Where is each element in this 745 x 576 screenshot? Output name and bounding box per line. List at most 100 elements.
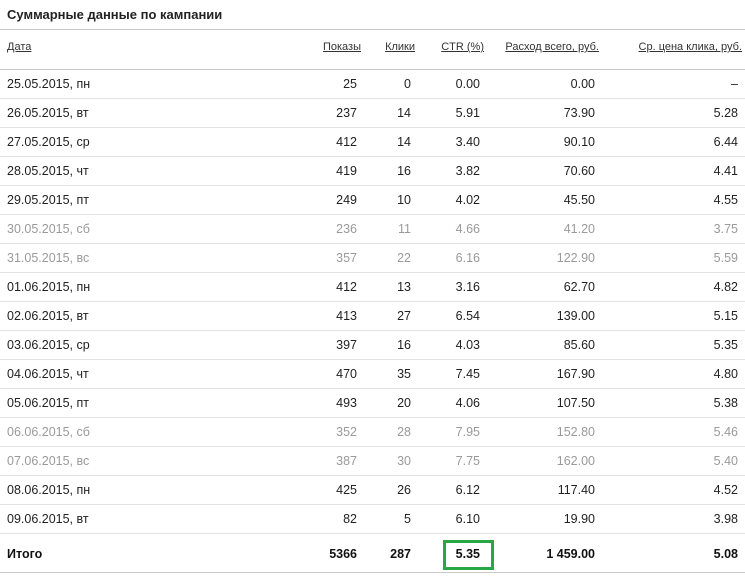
cell-clicks: 27 xyxy=(397,309,411,323)
cell-date: 30.05.2015, сб xyxy=(7,222,90,236)
column-header-clicks[interactable]: Клики xyxy=(385,41,415,53)
cell-shows: 236 xyxy=(336,222,357,236)
cell-cpc: 3.75 xyxy=(713,222,738,236)
table-row: 02.06.2015, вт 413 27 6.54 139.00 5.15 xyxy=(0,302,745,331)
cell-clicks: 14 xyxy=(397,106,411,120)
cell-ctr: 0.00 xyxy=(455,77,480,91)
table-row: 08.06.2015, пн 425 26 6.12 117.40 4.52 xyxy=(0,476,745,505)
cell-cpc: 5.15 xyxy=(713,309,738,323)
cell-cpc: 4.52 xyxy=(713,483,738,497)
cell-ctr: 7.95 xyxy=(455,425,480,439)
cell-cost: 107.50 xyxy=(556,396,595,410)
cell-date: 09.06.2015, вт xyxy=(7,512,89,526)
cell-clicks: 11 xyxy=(398,222,411,236)
cell-cost: 19.90 xyxy=(563,512,595,526)
cell-shows: 387 xyxy=(336,454,357,468)
table-row: 06.06.2015, сб 352 28 7.95 152.80 5.46 xyxy=(0,418,745,447)
cell-clicks: 28 xyxy=(397,425,411,439)
cell-cpc: 4.82 xyxy=(713,280,738,294)
campaign-summary-panel: Суммарные данные по кампании Дата Показы… xyxy=(0,0,745,576)
column-header-cost[interactable]: Расход всего, руб. xyxy=(505,41,599,53)
cell-cpc: 5.40 xyxy=(713,454,738,468)
table-body: 25.05.2015, пн 25 0 0.00 0.00 – 26.05.2015, вт… xyxy=(0,70,745,534)
cell-cpc: 5.35 xyxy=(713,338,738,352)
cell-shows: 397 xyxy=(336,338,357,352)
cell-cost: 162.00 xyxy=(556,454,595,468)
cell-shows: 25 xyxy=(343,77,357,91)
cell-ctr: 6.10 xyxy=(455,512,480,526)
table-row: 09.06.2015, вт 82 5 6.10 19.90 3.98 xyxy=(0,505,745,534)
cell-date: 31.05.2015, вс xyxy=(7,251,90,265)
cell-date: 05.06.2015, пт xyxy=(7,396,90,410)
cell-cost: 0.00 xyxy=(570,77,595,91)
cell-cost: 152.80 xyxy=(556,425,595,439)
cell-cost: 85.60 xyxy=(563,338,595,352)
column-header-date[interactable]: Дата xyxy=(7,41,31,53)
cell-clicks: 22 xyxy=(397,251,411,265)
cell-date: 25.05.2015, пн xyxy=(7,77,91,91)
cell-shows: 470 xyxy=(336,367,357,381)
cell-cost: 117.40 xyxy=(557,483,595,497)
cell-cpc: 4.41 xyxy=(713,164,738,178)
cell-shows: 493 xyxy=(336,396,357,410)
cell-date: 29.05.2015, пт xyxy=(7,193,90,207)
cell-cpc: 5.38 xyxy=(713,396,738,410)
cell-clicks: 13 xyxy=(397,280,411,294)
cell-shows: 237 xyxy=(336,106,357,120)
total-cost: 1 459.00 xyxy=(546,547,595,561)
cell-ctr: 6.12 xyxy=(455,483,480,497)
cell-clicks: 10 xyxy=(397,193,411,207)
cell-date: 27.05.2015, ср xyxy=(7,135,90,149)
column-header-ctr[interactable]: CTR (%) xyxy=(441,41,484,53)
cell-shows: 425 xyxy=(336,483,357,497)
table-row: 03.06.2015, ср 397 16 4.03 85.60 5.35 xyxy=(0,331,745,360)
cell-date: 06.06.2015, сб xyxy=(7,425,90,439)
cell-date: 01.06.2015, пн xyxy=(7,280,91,294)
cell-clicks: 30 xyxy=(397,454,411,468)
cell-ctr: 3.82 xyxy=(455,164,480,178)
cell-date: 26.05.2015, вт xyxy=(7,106,89,120)
cell-shows: 412 xyxy=(336,135,357,149)
cell-cpc: 5.59 xyxy=(713,251,738,265)
cell-cost: 62.70 xyxy=(563,280,595,294)
cell-cpc: 6.44 xyxy=(713,135,738,149)
cell-date: 28.05.2015, чт xyxy=(7,164,89,178)
cell-cost: 122.90 xyxy=(556,251,595,265)
cell-clicks: 16 xyxy=(397,164,411,178)
total-label: Итого xyxy=(7,547,43,561)
cell-ctr: 6.54 xyxy=(455,309,480,323)
cell-date: 08.06.2015, пн xyxy=(7,483,91,497)
table-row: 26.05.2015, вт 237 14 5.91 73.90 5.28 xyxy=(0,99,745,128)
cell-cost: 139.00 xyxy=(556,309,595,323)
cell-clicks: 14 xyxy=(397,135,411,149)
cell-date: 02.06.2015, вт xyxy=(7,309,89,323)
table-row: 30.05.2015, сб 236 11 4.66 41.20 3.75 xyxy=(0,215,745,244)
cell-clicks: 20 xyxy=(397,396,411,410)
cell-cpc: 3.98 xyxy=(713,512,738,526)
cell-ctr: 6.16 xyxy=(455,251,480,265)
column-header-cpc[interactable]: Ср. цена клика, руб. xyxy=(639,41,742,53)
table-row: 01.06.2015, пн 412 13 3.16 62.70 4.82 xyxy=(0,273,745,302)
column-header-shows[interactable]: Показы xyxy=(323,41,361,53)
cell-ctr: 4.06 xyxy=(455,396,480,410)
cell-cost: 167.90 xyxy=(556,367,595,381)
cell-clicks: 35 xyxy=(397,367,411,381)
cell-date: 03.06.2015, ср xyxy=(7,338,90,352)
cell-cpc: – xyxy=(731,77,738,91)
total-shows: 5366 xyxy=(329,547,357,561)
cell-cpc: 4.55 xyxy=(713,193,738,207)
table-row: 31.05.2015, вс 357 22 6.16 122.90 5.59 xyxy=(0,244,745,273)
table-row: 25.05.2015, пн 25 0 0.00 0.00 – xyxy=(0,70,745,99)
cell-clicks: 0 xyxy=(404,77,411,91)
cell-cost: 70.60 xyxy=(563,164,595,178)
cell-cost: 41.20 xyxy=(563,222,595,236)
cell-shows: 357 xyxy=(336,251,357,265)
table-row: 29.05.2015, пт 249 10 4.02 45.50 4.55 xyxy=(0,186,745,215)
cell-ctr: 3.16 xyxy=(455,280,480,294)
cell-ctr: 7.45 xyxy=(455,367,480,381)
cell-cpc: 4.80 xyxy=(713,367,738,381)
table-row: 04.06.2015, чт 470 35 7.45 167.90 4.80 xyxy=(0,360,745,389)
cell-shows: 413 xyxy=(336,309,357,323)
cell-date: 07.06.2015, вс xyxy=(7,454,90,468)
total-cpc: 5.08 xyxy=(713,547,738,561)
